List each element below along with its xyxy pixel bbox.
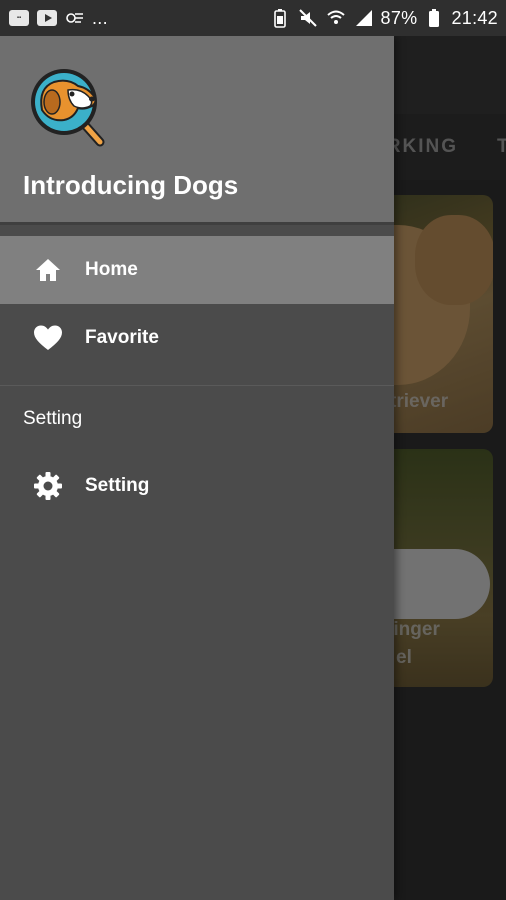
screen: ▪▪ ... 87% 21:42 ORKING T triever ringer… — [0, 0, 506, 900]
dog-magnifier-logo — [28, 66, 108, 148]
battery-percent: 87% — [380, 7, 418, 28]
app-notification-icon: ▪▪ — [8, 7, 30, 29]
section-header-setting: Setting — [23, 408, 83, 429]
status-more: ... — [92, 7, 108, 28]
gear-icon — [33, 471, 63, 501]
menu-divider — [0, 385, 394, 386]
navigation-drawer: Introducing Dogs Home Favorite Setting S… — [0, 36, 394, 900]
wifi-icon — [325, 7, 347, 29]
menu-item-favorite[interactable]: Favorite — [0, 304, 394, 372]
menu-item-label: Home — [85, 259, 138, 280]
battery-saver-icon — [269, 7, 291, 29]
cast-icon — [64, 7, 86, 29]
signal-icon — [353, 7, 375, 29]
menu-item-home[interactable]: Home — [0, 236, 394, 304]
mute-icon — [297, 7, 319, 29]
menu-item-label: Setting — [85, 475, 150, 496]
status-right: 87% 21:42 — [269, 7, 498, 29]
clock: 21:42 — [451, 7, 498, 28]
drawer-title: Introducing Dogs — [23, 170, 239, 200]
menu-item-label: Favorite — [85, 327, 159, 348]
youtube-icon — [36, 7, 58, 29]
status-left: ▪▪ ... — [8, 7, 108, 29]
heart-icon — [33, 323, 63, 353]
drawer-header: Introducing Dogs — [0, 36, 394, 225]
home-icon — [33, 255, 63, 285]
status-bar: ▪▪ ... 87% 21:42 — [0, 0, 506, 36]
battery-icon — [423, 7, 445, 29]
menu-item-setting[interactable]: Setting — [0, 452, 394, 520]
